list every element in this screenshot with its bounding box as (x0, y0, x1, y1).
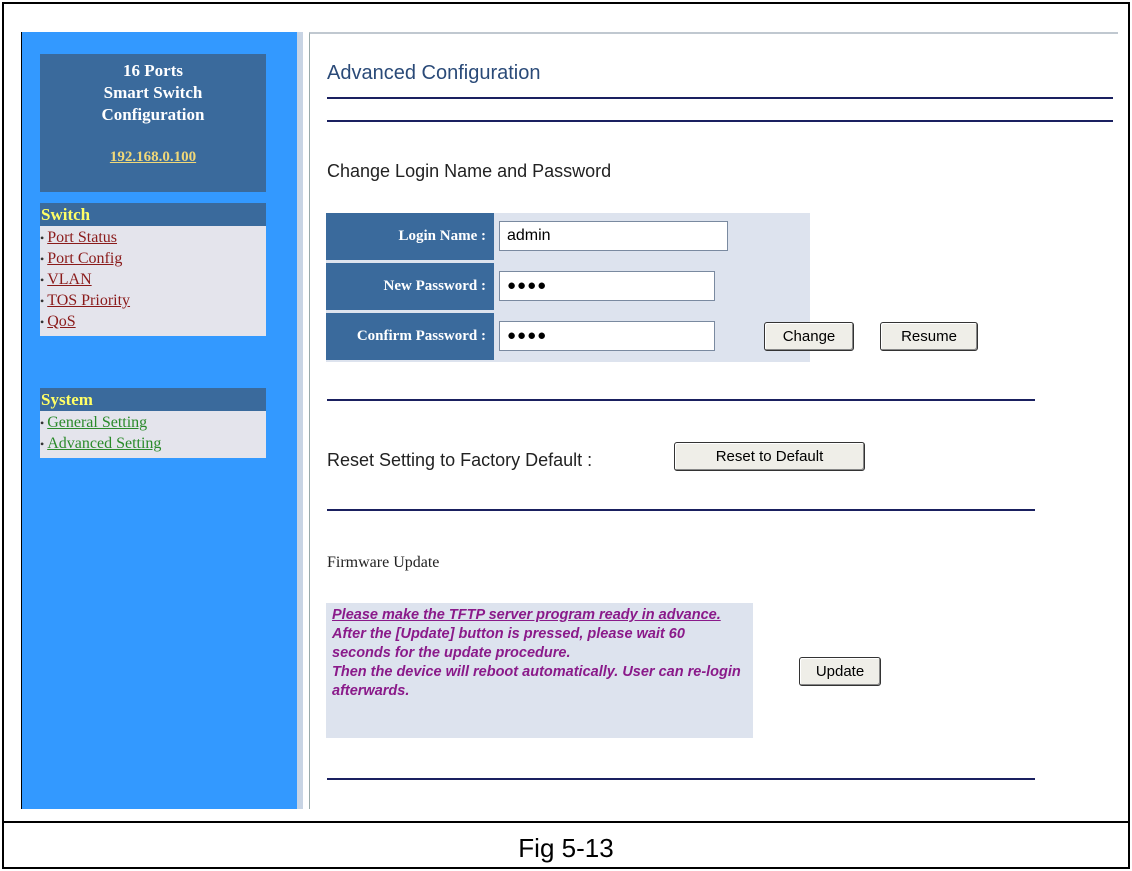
login-name-label: Login Name : (326, 213, 494, 260)
reset-to-default-button[interactable]: Reset to Default (674, 442, 865, 471)
firmware-note-line-3: Then the device will reboot automaticall… (332, 664, 741, 699)
resume-button[interactable]: Resume (880, 322, 978, 351)
system-menu-title: System (40, 388, 266, 411)
confirm-password-row: Confirm Password : ●●●● (326, 313, 810, 362)
confirm-password-input[interactable]: ●●●● (499, 321, 715, 351)
title-divider-2 (327, 120, 1113, 122)
bullet-icon: • (40, 416, 45, 430)
system-menu-list: • General Setting • Advanced Setting (40, 411, 266, 458)
figure-frame: 16 Ports Smart Switch Configuration 192.… (2, 2, 1130, 869)
sidebar-link[interactable]: Advanced Setting (47, 435, 161, 452)
sidebar-item-port-config[interactable]: • Port Config (40, 248, 266, 269)
sidebar-link[interactable]: Port Status (47, 229, 117, 246)
switch-menu-title: Switch (40, 203, 266, 226)
update-button[interactable]: Update (799, 657, 881, 686)
system-menu: System • General Setting • Advanced Settin… (40, 388, 266, 458)
title-divider-1 (327, 97, 1113, 99)
firmware-section-divider (327, 778, 1035, 780)
login-name-row: Login Name : admin (326, 213, 810, 262)
login-form-table: Login Name : admin New Password : ●●●● C… (326, 213, 810, 362)
brand-panel: 16 Ports Smart Switch Configuration 192.… (40, 54, 266, 192)
page-title: Advanced Configuration (327, 62, 541, 84)
new-password-input[interactable]: ●●●● (499, 271, 715, 301)
sidebar-item-general-setting[interactable]: • General Setting (40, 412, 266, 433)
device-ip-link[interactable]: 192.168.0.100 (110, 146, 196, 168)
figure-caption: Fig 5-13 (518, 833, 614, 863)
firmware-note-line-2: After the [Update] button is pressed, pl… (332, 626, 685, 661)
caption-divider (4, 821, 1128, 823)
switch-menu: Switch • Port Status • Port Config • VLAN •… (40, 203, 266, 336)
firmware-section-heading: Firmware Update (327, 554, 440, 571)
bullet-icon: • (40, 273, 45, 287)
bullet-icon: • (40, 252, 45, 266)
new-password-row: New Password : ●●●● (326, 263, 810, 312)
login-section-divider (327, 399, 1035, 401)
sidebar-link[interactable]: Port Config (47, 250, 122, 267)
change-button[interactable]: Change (764, 322, 854, 351)
sidebar-item-advanced-setting[interactable]: • Advanced Setting (40, 433, 266, 454)
bullet-icon: • (40, 294, 45, 308)
sidebar-link[interactable]: QoS (47, 313, 75, 330)
sidebar-item-qos[interactable]: • QoS (40, 311, 266, 332)
sidebar-link[interactable]: TOS Priority (47, 292, 130, 309)
login-name-input[interactable]: admin (499, 221, 728, 251)
sidebar-link[interactable]: General Setting (47, 414, 147, 431)
firmware-note: Please make the TFTP server program read… (326, 603, 753, 738)
bullet-icon: • (40, 315, 45, 329)
main-content: Advanced Configuration Change Login Name… (309, 32, 1118, 809)
reset-label: Reset Setting to Factory Default : (327, 450, 593, 470)
confirm-password-label: Confirm Password : (326, 313, 494, 360)
brand-line-1: 16 Ports (123, 61, 183, 80)
bullet-icon: • (40, 437, 45, 451)
sidebar: 16 Ports Smart Switch Configuration 192.… (22, 32, 303, 809)
screenshot-area: 16 Ports Smart Switch Configuration 192.… (21, 32, 1118, 809)
bullet-icon: • (40, 231, 45, 245)
switch-menu-list: • Port Status • Port Config • VLAN • TOS Pri… (40, 226, 266, 336)
new-password-label: New Password : (326, 263, 494, 310)
brand-line-3: Configuration (101, 105, 205, 124)
firmware-note-line-1: Please make the TFTP server program read… (332, 607, 721, 623)
reset-section-divider (327, 509, 1035, 511)
sidebar-item-tos-priority[interactable]: • TOS Priority (40, 290, 266, 311)
login-section-heading: Change Login Name and Password (327, 161, 612, 181)
sidebar-item-vlan[interactable]: • VLAN (40, 269, 266, 290)
brand-line-2: Smart Switch (103, 83, 203, 102)
sidebar-item-port-status[interactable]: • Port Status (40, 227, 266, 248)
sidebar-link[interactable]: VLAN (47, 271, 91, 288)
